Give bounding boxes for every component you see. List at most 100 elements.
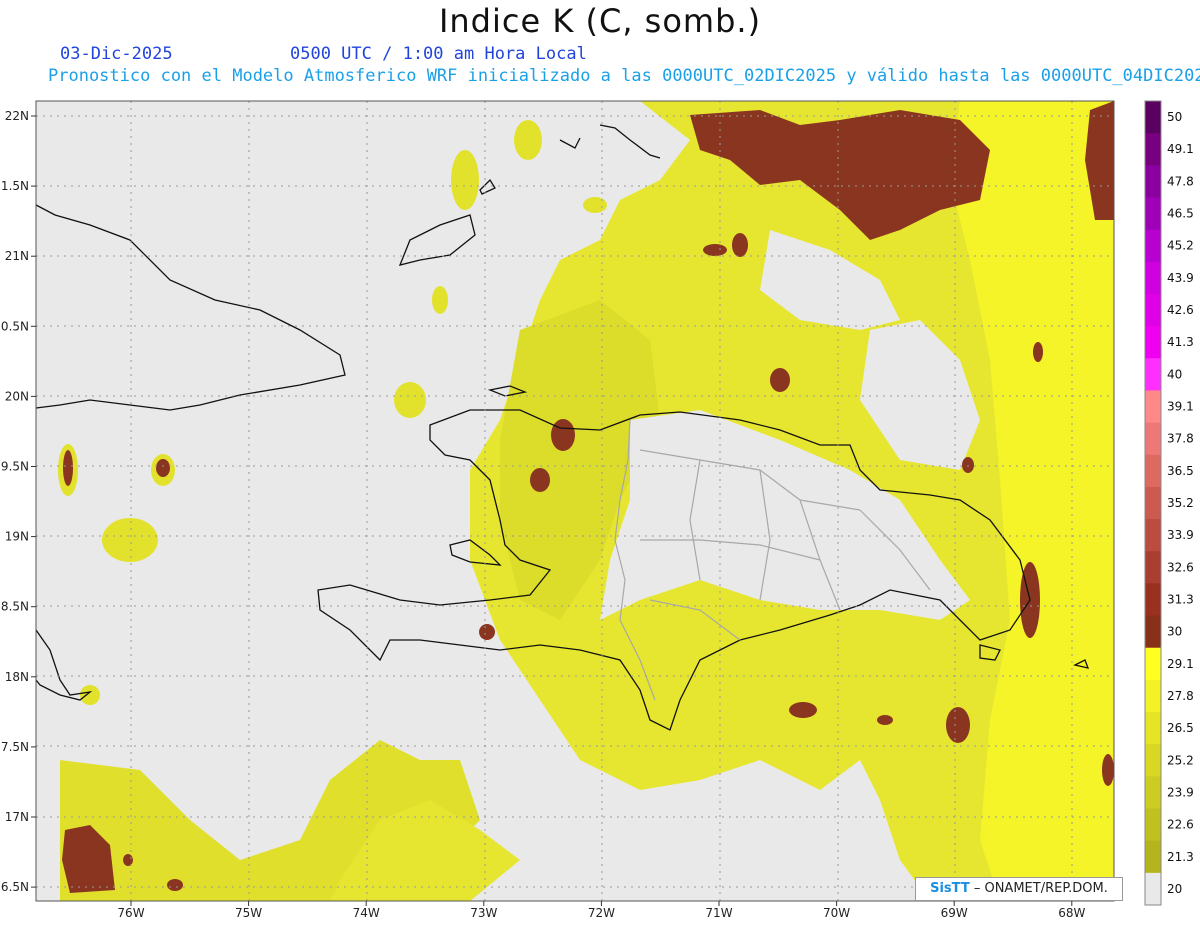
colorbar-swatch [1145, 776, 1161, 810]
patch-7 [583, 197, 607, 213]
colorbar-swatch [1145, 872, 1161, 906]
colorbar-label: 20 [1167, 882, 1182, 896]
patch-5 [102, 518, 158, 562]
colorbar-label: 43.9 [1167, 271, 1194, 285]
credit-box: SisTT – ONAMET/REP.DOM. [915, 877, 1123, 901]
hot-spot-5 [530, 468, 550, 492]
colorbar-swatch [1145, 840, 1161, 874]
colorbar-swatch [1145, 422, 1161, 456]
colorbar-label: 45.2 [1167, 239, 1194, 253]
colorbar-swatch [1145, 712, 1161, 745]
colorbar-label: 50 [1167, 110, 1182, 124]
colorbar-swatch [1145, 679, 1161, 713]
lat-label: 17.5N [0, 740, 29, 754]
lon-label: 76W [117, 906, 144, 920]
hot-spot-12 [63, 450, 73, 486]
colorbar-label: 33.9 [1167, 528, 1194, 542]
hot-spot-8 [946, 707, 970, 743]
lat-label: 22N [5, 109, 29, 123]
colorbar-label: 25.2 [1167, 753, 1194, 767]
lon-label: 70W [823, 906, 850, 920]
lat-label: 19.5N [0, 460, 29, 474]
colorbar-label: 26.5 [1167, 721, 1194, 735]
hot-spot-3 [770, 368, 790, 392]
lon-label: 74W [353, 906, 380, 920]
colorbar-label: 36.5 [1167, 464, 1194, 478]
colorbar-label: 30 [1167, 625, 1182, 639]
colorbar-label: 22.6 [1167, 818, 1194, 832]
colorbar-swatch [1145, 519, 1161, 552]
hot-spot-2 [703, 244, 727, 256]
colorbar-swatch [1145, 133, 1161, 166]
colorbar-swatch [1145, 615, 1161, 649]
colorbar-label: 41.3 [1167, 335, 1194, 349]
k-index-map: 22N 21.5N 21N 20.5N 20N 19.5N 19N 18.5N 18N 17.5N… [0, 100, 1194, 920]
lat-label: 18N [5, 670, 29, 684]
lon-label: 72W [588, 906, 615, 920]
colorbar-swatch [1145, 583, 1161, 617]
patch-4 [394, 382, 426, 418]
colorbar-label: 42.6 [1167, 303, 1194, 317]
colorbar-swatch [1145, 551, 1161, 584]
colorbar-swatch [1145, 326, 1161, 359]
colorbar-swatch [1145, 744, 1161, 777]
colorbar-swatch [1145, 647, 1161, 681]
hot-spot-15 [167, 879, 183, 891]
colorbar-swatch [1145, 229, 1161, 263]
credit-org: – ONAMET/REP.DOM. [973, 881, 1108, 896]
colorbar-label: 46.5 [1167, 207, 1194, 221]
colorbar-swatch [1145, 101, 1161, 134]
hot-spot-10 [962, 457, 974, 473]
lat-label: 18.5N [0, 600, 29, 614]
lon-label: 71W [705, 906, 732, 920]
colorbar-label: 32.6 [1167, 560, 1194, 574]
colorbar-swatch [1145, 358, 1161, 391]
hot-spot-6 [479, 624, 495, 640]
lat-label: 20N [5, 389, 29, 403]
colorbar-label: 29.1 [1167, 657, 1194, 671]
hot-spot-4 [551, 419, 575, 451]
latitude-labels: 22N 21.5N 21N 20.5N 20N 19.5N 19N 18.5N 18N 17.5N… [0, 109, 36, 894]
colorbar-swatch [1145, 486, 1161, 520]
lat-label: 16.5N [0, 880, 29, 894]
hot-spot-1 [732, 233, 748, 257]
patch-3 [432, 286, 448, 314]
colorbar-swatch [1145, 261, 1161, 295]
colorbar-swatch [1145, 390, 1161, 424]
colorbar-label: 27.8 [1167, 689, 1194, 703]
lon-label: 69W [941, 906, 968, 920]
colorbar-swatch [1145, 454, 1161, 488]
hot-spot-11 [1033, 342, 1043, 362]
colorbar-swatch [1145, 165, 1161, 198]
colorbar-label: 39.1 [1167, 400, 1194, 414]
lat-label: 17N [5, 810, 29, 824]
lat-label: 20.5N [0, 319, 29, 333]
colorbar-label: 49.1 [1167, 142, 1194, 156]
colorbar: 50 49.1 47.8 46.5 45.2 43.9 42.6 41.3 40 39.1 37.8… [1144, 100, 1194, 906]
colorbar-swatch [1145, 197, 1161, 231]
hot-spot-17 [877, 715, 893, 725]
colorbar-label: 47.8 [1167, 174, 1194, 188]
hot-spot-16 [1102, 754, 1114, 786]
credit-brand: SisTT [930, 881, 970, 896]
colorbar-label: 37.8 [1167, 432, 1194, 446]
colorbar-label: 21.3 [1167, 850, 1194, 864]
longitude-labels: 76W 75W 74W 73W 72W 71W 70W 69W 68W [117, 901, 1085, 920]
lon-label: 68W [1058, 906, 1085, 920]
colorbar-label: 40 [1167, 367, 1182, 381]
lat-label: 19N [5, 530, 29, 544]
patch-2 [514, 120, 542, 160]
hot-spot-13 [156, 459, 170, 477]
colorbar-label: 31.3 [1167, 592, 1194, 606]
colorbar-label: 35.2 [1167, 496, 1194, 510]
colorbar-swatch [1145, 808, 1161, 842]
lat-label: 21.5N [0, 179, 29, 193]
patch-6 [80, 685, 100, 705]
colorbar-label: 23.9 [1167, 785, 1194, 799]
lon-label: 75W [235, 906, 262, 920]
hot-spot-9 [789, 702, 817, 718]
lon-label: 73W [470, 906, 497, 920]
lat-label: 21N [5, 249, 29, 263]
colorbar-swatch [1145, 293, 1161, 327]
patch-1 [451, 150, 479, 210]
